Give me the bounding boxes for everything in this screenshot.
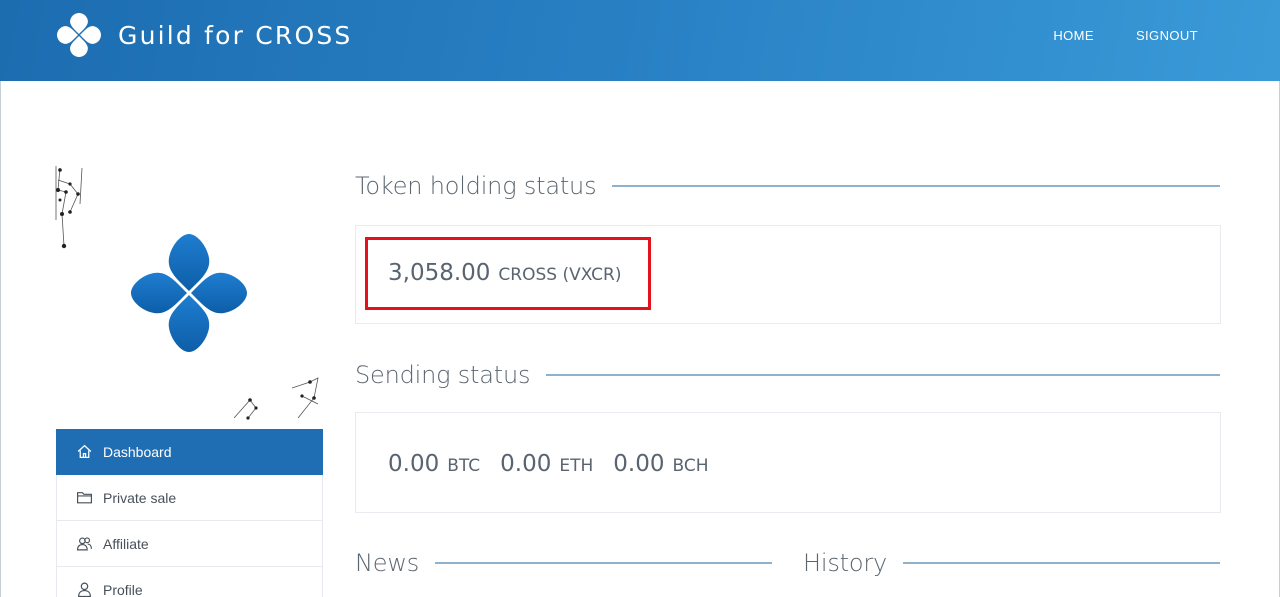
token-holding-title: Token holding status bbox=[355, 172, 597, 200]
section-divider bbox=[902, 562, 1220, 564]
cross-large-logo-icon bbox=[131, 234, 247, 352]
news-heading: News bbox=[355, 547, 772, 579]
token-holding-heading: Token holding status bbox=[355, 170, 1220, 202]
sidebar-item-label: Private sale bbox=[103, 489, 177, 506]
sidebar-item-label: Affiliate bbox=[103, 535, 149, 552]
history-heading: History bbox=[803, 547, 1220, 579]
user-icon bbox=[76, 581, 93, 597]
sidebar-item-profile[interactable]: Profile bbox=[56, 567, 323, 597]
sending-status-heading: Sending status bbox=[355, 359, 1220, 391]
sending-status-card: 0.00 BTC 0.00 ETH 0.00 BCH bbox=[355, 412, 1221, 513]
news-title: News bbox=[355, 549, 420, 577]
nav-home-link[interactable]: HOME bbox=[1053, 28, 1094, 43]
constellation-top-left-icon bbox=[55, 166, 83, 247]
history-title: History bbox=[803, 549, 887, 577]
page-border-left bbox=[0, 81, 1, 597]
constellation-dots-bottom-right-icon bbox=[246, 380, 316, 420]
home-icon bbox=[76, 443, 93, 460]
btc-unit: BTC bbox=[447, 456, 481, 476]
sidebar-menu: Dashboard Private sale Affiliate Profile bbox=[56, 429, 323, 597]
bch-unit: BCH bbox=[672, 456, 709, 476]
sidebar-item-label: Profile bbox=[103, 581, 143, 597]
bch-amount: 0.00 bbox=[613, 451, 665, 477]
section-divider bbox=[435, 562, 772, 564]
sidebar-item-label: Dashboard bbox=[103, 443, 172, 460]
token-amount-highlight bbox=[365, 237, 651, 310]
sidebar-item-dashboard[interactable]: Dashboard bbox=[56, 429, 323, 475]
section-divider bbox=[612, 185, 1220, 187]
users-icon bbox=[76, 535, 93, 552]
constellation-bottom-right-icon bbox=[233, 377, 319, 419]
sending-item-eth: 0.00 ETH bbox=[500, 451, 593, 477]
sending-item-bch: 0.00 BCH bbox=[613, 451, 708, 477]
nav-signout-link[interactable]: SIGNOUT bbox=[1136, 28, 1198, 43]
brand-link[interactable]: Guild for CROSS bbox=[54, 10, 353, 60]
cross-logo-icon bbox=[57, 13, 101, 57]
sidebar-item-affiliate[interactable]: Affiliate bbox=[56, 521, 323, 567]
brand-title: Guild for CROSS bbox=[118, 20, 353, 50]
section-divider bbox=[546, 374, 1220, 376]
btc-amount: 0.00 bbox=[388, 451, 440, 477]
top-header: Guild for CROSS HOME SIGNOUT bbox=[0, 0, 1280, 81]
sidebar-item-private-sale[interactable]: Private sale bbox=[56, 475, 323, 521]
folder-icon bbox=[76, 489, 93, 506]
top-nav: HOME SIGNOUT bbox=[1053, 28, 1198, 43]
sending-item-btc: 0.00 BTC bbox=[388, 451, 480, 477]
sidebar-decoration bbox=[55, 166, 319, 420]
sending-status-title: Sending status bbox=[355, 361, 531, 389]
eth-amount: 0.00 bbox=[500, 451, 552, 477]
eth-unit: ETH bbox=[559, 456, 594, 476]
